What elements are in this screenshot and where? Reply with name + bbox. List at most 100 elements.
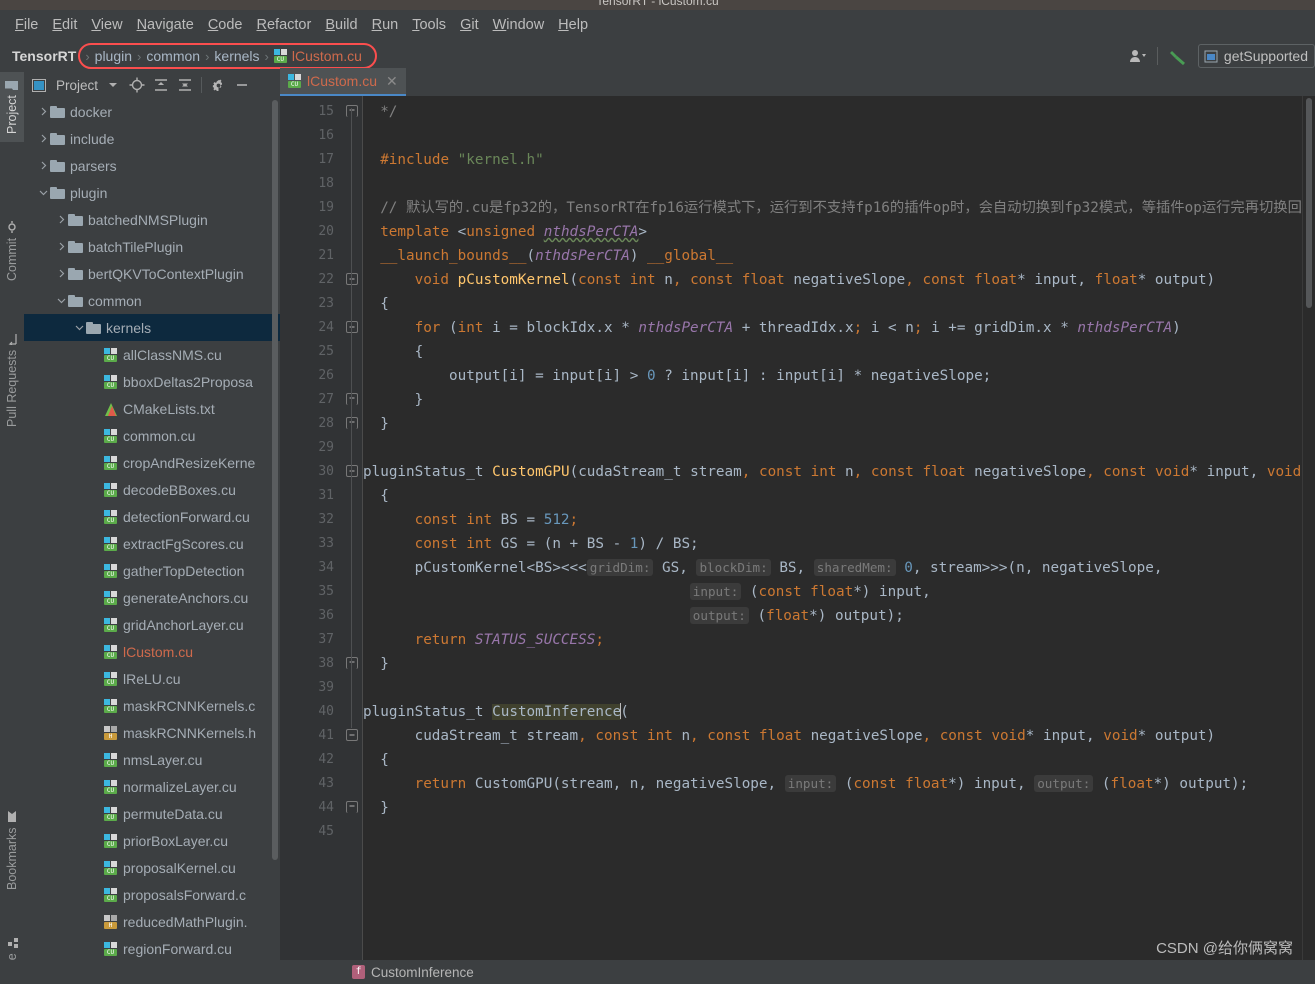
tree-item-parsers[interactable]: parsers bbox=[24, 152, 280, 179]
code-line[interactable]: pCustomKernel<BS><<< gridDim: GS, blockDi… bbox=[415, 556, 1162, 580]
gear-icon[interactable] bbox=[207, 74, 229, 96]
tree-item-plugin[interactable]: plugin bbox=[24, 179, 280, 206]
editor-fold-column[interactable] bbox=[342, 96, 363, 960]
tool-window-tab-project[interactable]: Project bbox=[0, 72, 24, 142]
tree-item-proposalkernel.cu[interactable]: CU proposalKernel.cu bbox=[24, 854, 280, 881]
tool-window-tab-pull-requests[interactable]: Pull Requests bbox=[0, 307, 24, 453]
fold-collapse-icon[interactable] bbox=[346, 273, 358, 285]
tree-item-priorboxlayer.cu[interactable]: CU priorBoxLayer.cu bbox=[24, 827, 280, 854]
code-line[interactable]: } bbox=[415, 388, 424, 412]
project-tree-scrollbar[interactable] bbox=[272, 100, 278, 860]
locate-target-icon[interactable] bbox=[126, 74, 148, 96]
code-line[interactable]: const int BS = 512; bbox=[415, 508, 579, 532]
tree-item-nmslayer.cu[interactable]: CU nmsLayer.cu bbox=[24, 746, 280, 773]
editor-breadcrumb[interactable]: f CustomInference bbox=[280, 960, 1315, 984]
minimize-icon[interactable] bbox=[231, 74, 253, 96]
code-line[interactable]: { bbox=[380, 484, 389, 508]
editor-tab-lcustom-cu[interactable]: CU lCustom.cu ✕ bbox=[280, 68, 406, 96]
editor-scrollbar-thumb[interactable] bbox=[1306, 98, 1312, 308]
code-line[interactable]: } bbox=[380, 796, 389, 820]
menu-item-view[interactable]: View bbox=[84, 15, 129, 35]
code-line[interactable]: #include "kernel.h" bbox=[380, 148, 544, 172]
tree-item-allclassnms.cu[interactable]: CU allClassNMS.cu bbox=[24, 341, 280, 368]
menu-item-refactor[interactable]: Refactor bbox=[250, 15, 319, 35]
code-line[interactable]: pluginStatus_t CustomInference( bbox=[363, 700, 629, 724]
tree-item-lcustom.cu[interactable]: CU lCustom.cu bbox=[24, 638, 280, 665]
code-line[interactable]: const int GS = (n + BS - 1) / BS; bbox=[415, 532, 699, 556]
editor-scrollbar[interactable] bbox=[1302, 96, 1315, 960]
tree-item-include[interactable]: include bbox=[24, 125, 280, 152]
code-line[interactable]: output: (float*) output); bbox=[689, 604, 904, 628]
tree-item-normalizelayer.cu[interactable]: CU normalizeLayer.cu bbox=[24, 773, 280, 800]
run-configuration-selector[interactable]: getSupported bbox=[1197, 44, 1315, 68]
tree-item-permutedata.cu[interactable]: CU permuteData.cu bbox=[24, 800, 280, 827]
code-line[interactable]: } bbox=[380, 652, 389, 676]
tree-item-detectionforward.cu[interactable]: CU detectionForward.cu bbox=[24, 503, 280, 530]
code-content[interactable]: */ #include "kernel.h" // 默认写的.cu是fp32的，Te… bbox=[363, 96, 1315, 960]
collapse-all-icon[interactable] bbox=[174, 74, 196, 96]
fold-collapse-icon[interactable] bbox=[346, 465, 358, 477]
code-line[interactable]: input: (const float*) input, bbox=[689, 580, 931, 604]
code-line[interactable]: } bbox=[380, 412, 389, 436]
code-line[interactable]: __launch_bounds__(nthdsPerCTA) __global_… bbox=[380, 244, 733, 268]
close-icon[interactable]: ✕ bbox=[386, 73, 398, 90]
menu-item-build[interactable]: Build bbox=[318, 15, 364, 35]
tree-item-gathertopdetection[interactable]: CU gatherTopDetection bbox=[24, 557, 280, 584]
menu-item-navigate[interactable]: Navigate bbox=[130, 15, 201, 35]
tree-item-regionforward.cu[interactable]: CU regionForward.cu bbox=[24, 935, 280, 962]
tree-item-reducedmathplugin.[interactable]: HreducedMathPlugin. bbox=[24, 908, 280, 935]
hammer-icon[interactable] bbox=[1168, 46, 1188, 66]
tree-item-common.cu[interactable]: CU common.cu bbox=[24, 422, 280, 449]
account-icon[interactable] bbox=[1129, 48, 1147, 64]
menu-item-file[interactable]: File bbox=[8, 15, 45, 35]
expand-all-icon[interactable] bbox=[150, 74, 172, 96]
editor-gutter[interactable]: 15 16 17 18 19 20 21 22 23 24 25 26 27 28 29 30 31 32 33 34… bbox=[280, 96, 368, 960]
menu-item-code[interactable]: Code bbox=[201, 15, 250, 35]
code-line[interactable]: pluginStatus_t CustomGPU(cudaStream_t st… bbox=[363, 460, 1315, 484]
tree-item-batchtileplugin[interactable]: batchTilePlugin bbox=[24, 233, 280, 260]
project-file-tree[interactable]: docker include parsers plugin batchedNMSPlug… bbox=[24, 98, 280, 984]
code-line[interactable]: output[i] = input[i] > 0 ? input[i] : in… bbox=[449, 364, 991, 388]
tree-item-common[interactable]: common bbox=[24, 287, 280, 314]
tree-item-maskrcnnkernels.c[interactable]: CU maskRCNNKernels.c bbox=[24, 692, 280, 719]
code-line[interactable]: cudaStream_t stream, const int n, const … bbox=[415, 724, 1216, 748]
menu-item-run[interactable]: Run bbox=[365, 15, 406, 35]
breadcrumb-plugin[interactable]: plugin bbox=[91, 47, 136, 65]
tree-item-kernels[interactable]: kernels bbox=[24, 314, 280, 341]
code-line[interactable]: { bbox=[380, 748, 389, 772]
menu-item-git[interactable]: Git bbox=[453, 15, 486, 35]
chevron-down-icon[interactable] bbox=[102, 74, 124, 96]
tree-item-maskrcnnkernels.h[interactable]: HmaskRCNNKernels.h bbox=[24, 719, 280, 746]
fold-end-icon[interactable] bbox=[346, 393, 358, 405]
menu-item-window[interactable]: Window bbox=[486, 15, 552, 35]
breadcrumb-current-file[interactable]: CU lCustom.cu bbox=[270, 47, 366, 65]
tool-window-tab-bookmarks[interactable]: Bookmarks bbox=[0, 792, 24, 908]
nav-project-root[interactable]: TensorRT bbox=[8, 46, 80, 66]
tree-item-bertqkvtocontextplugin[interactable]: bertQKVToContextPlugin bbox=[24, 260, 280, 287]
fold-end-icon[interactable] bbox=[346, 657, 358, 669]
menu-item-tools[interactable]: Tools bbox=[405, 15, 453, 35]
code-line[interactable]: void pCustomKernel(const int n, const fl… bbox=[415, 268, 1216, 292]
code-line[interactable]: */ bbox=[380, 100, 397, 124]
code-line[interactable]: return CustomGPU(stream, n, negativeSlop… bbox=[415, 772, 1248, 796]
tree-item-docker[interactable]: docker bbox=[24, 98, 280, 125]
menu-item-edit[interactable]: Edit bbox=[45, 15, 84, 35]
tree-item-lrelu.cu[interactable]: CU lReLU.cu bbox=[24, 665, 280, 692]
fold-end-icon[interactable] bbox=[346, 105, 358, 117]
tool-window-tab-commit[interactable]: Commit bbox=[0, 202, 24, 300]
tree-item-generateanchors.cu[interactable]: CU generateAnchors.cu bbox=[24, 584, 280, 611]
breadcrumb-common[interactable]: common bbox=[142, 47, 204, 65]
fold-collapse-icon[interactable] bbox=[346, 729, 358, 741]
tree-item-batchednmsplugin[interactable]: batchedNMSPlugin bbox=[24, 206, 280, 233]
code-line[interactable]: { bbox=[380, 292, 389, 316]
fold-end-icon[interactable] bbox=[346, 417, 358, 429]
tree-item-extractfgscores.cu[interactable]: CU extractFgScores.cu bbox=[24, 530, 280, 557]
tree-item-gridanchorlayer.cu[interactable]: CU gridAnchorLayer.cu bbox=[24, 611, 280, 638]
breadcrumb-kernels[interactable]: kernels bbox=[210, 47, 263, 65]
tree-item-decodebboxes.cu[interactable]: CU decodeBBoxes.cu bbox=[24, 476, 280, 503]
tree-item-cropandresizekerne[interactable]: CU cropAndResizeKerne bbox=[24, 449, 280, 476]
code-line[interactable]: return STATUS_SUCCESS; bbox=[415, 628, 604, 652]
code-line[interactable]: // 默认写的.cu是fp32的，TensorRT在fp16运行模式下，运行到不… bbox=[380, 196, 1315, 220]
code-line[interactable]: { bbox=[415, 340, 424, 364]
tree-item-bboxdeltas2proposa[interactable]: CU bboxDeltas2Proposa bbox=[24, 368, 280, 395]
